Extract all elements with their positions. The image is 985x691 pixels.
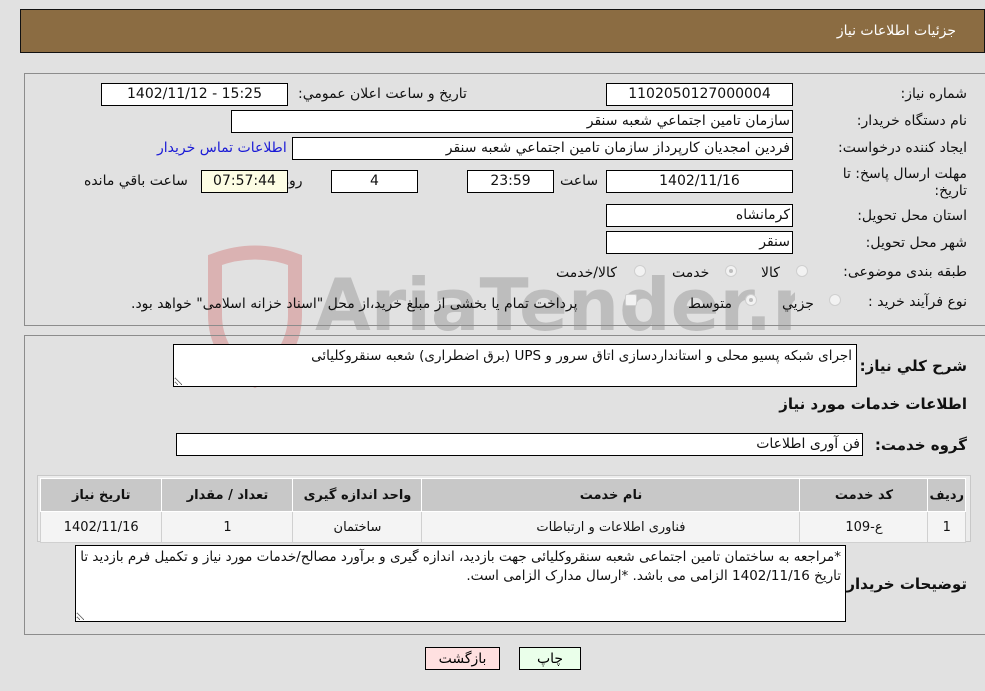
print-button[interactable]: چاپ (519, 647, 581, 670)
province-field: کرمانشاه (606, 204, 793, 227)
category-label: طبقه بندی موضوعی: (843, 264, 967, 280)
treasury-checkbox[interactable] (625, 294, 637, 306)
creator-label: ايجاد کننده درخواست: (838, 140, 967, 156)
treasury-note: پرداخت تمام يا بخشی از مبلغ خريد،از محل … (131, 296, 578, 312)
col-row-number: رديف (927, 478, 966, 512)
cell-unit: ساختمان (292, 511, 423, 543)
province-label: استان محل تحويل: (857, 208, 967, 224)
process-option-medium: متوسط (688, 296, 732, 312)
page-header: جزئیات اطلاعات نیاز (20, 9, 985, 53)
creator-field: فردين امجديان کارپرداز سازمان تامين اجتم… (292, 137, 793, 160)
col-unit: واحد اندازه گيری (292, 478, 423, 512)
process-option-minor: جزيي (782, 296, 814, 312)
announce-field: 1402/11/12 - 15:25 (101, 83, 288, 106)
deadline-label: مهلت ارسال پاسخ: تا تاريخ: (842, 166, 967, 199)
need-number-field: 1102050127000004 (606, 83, 793, 106)
deadline-time-label: ساعت (560, 173, 599, 189)
col-need-date: تاريخ نياز (39, 478, 163, 512)
category-radio-goods-service[interactable] (634, 265, 646, 277)
cell-service-name: فناوری اطلاعات و ارتباطات (421, 511, 801, 543)
process-radio-medium[interactable] (745, 294, 757, 306)
buyer-notes-textarea[interactable] (75, 545, 846, 622)
cell-row-number: 1 (927, 511, 966, 543)
announce-label: تاريخ و ساعت اعلان عمومي: (298, 86, 467, 102)
col-quantity: تعداد / مقدار (161, 478, 294, 512)
buyer-org-label: نام دستگاه خريدار: (856, 113, 967, 129)
process-radio-minor[interactable] (829, 294, 841, 306)
category-option-service: خدمت (672, 265, 710, 281)
city-label: شهر محل تحويل: (865, 235, 967, 251)
days-remaining-field: 4 (331, 170, 418, 193)
summary-textarea[interactable] (173, 344, 857, 387)
cell-quantity: 1 (161, 511, 294, 543)
buyer-org-field: سازمان تامين اجتماعي شعبه سنقر (231, 110, 793, 133)
col-service-code: کد خدمت (799, 478, 929, 512)
deadline-date-field: 1402/11/16 (606, 170, 793, 193)
remaining-label: ساعت باقي مانده (84, 173, 188, 189)
page-title: جزئیات اطلاعات نیاز (836, 23, 956, 39)
process-label: نوع فرآيند خريد : (868, 294, 967, 310)
service-group-field: فن آوری اطلاعات (176, 433, 863, 456)
category-radio-service[interactable] (725, 265, 737, 277)
services-table: رديف کد خدمت نام خدمت واحد اندازه گيری ت… (39, 478, 966, 543)
summary-label: شرح کلي نياز: (859, 357, 967, 375)
service-group-label: گروه خدمت: (874, 436, 967, 454)
deadline-time-field: 23:59 (467, 170, 554, 193)
cell-need-date: 1402/11/16 (39, 511, 163, 543)
cell-service-code: ع-109 (799, 511, 929, 543)
table-row: 1 ع-109 فناوری اطلاعات و ارتباطات ساختما… (39, 511, 966, 543)
need-number-label: شماره نیاز: (900, 86, 968, 102)
col-service-name: نام خدمت (421, 478, 801, 512)
category-option-goods: کالا (761, 265, 780, 281)
category-option-goods-service: کالا/خدمت (556, 265, 617, 281)
back-button[interactable]: بازگشت (425, 647, 500, 670)
remaining-time-field: 07:57:44 (201, 170, 288, 193)
category-radio-goods[interactable] (796, 265, 808, 277)
buyer-contact-link[interactable]: اطلاعات تماس خريدار (157, 140, 287, 156)
table-header-row: رديف کد خدمت نام خدمت واحد اندازه گيری ت… (39, 478, 966, 512)
buyer-notes-label: توضيحات خريدار: (840, 575, 967, 593)
services-heading: اطلاعات خدمات مورد نياز (779, 395, 967, 413)
city-field: سنقر (606, 231, 793, 254)
